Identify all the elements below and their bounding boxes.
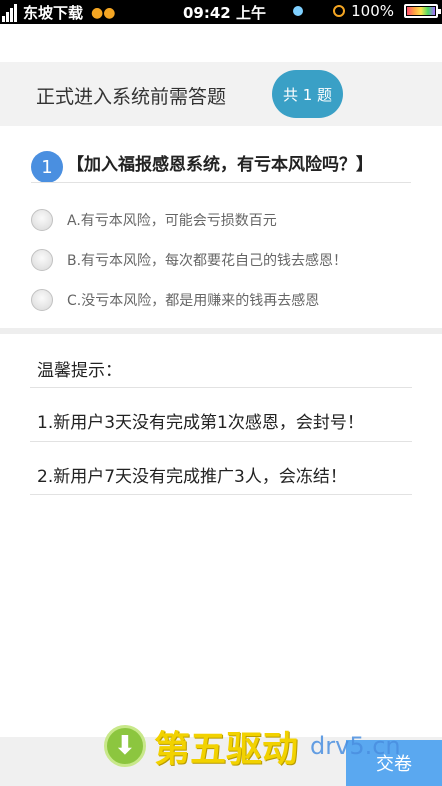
option-c[interactable]: C.没亏本风险，都是用赚来的钱再去感恩 — [31, 285, 319, 315]
question-text: 【加入福报感恩系统，有亏本风险吗？】 — [67, 155, 373, 175]
option-label: B.有亏本风险，每次都要花自己的钱去感恩！ — [67, 253, 348, 269]
page-title: 正式进入系统前需答题 — [36, 86, 227, 108]
tips-divider — [30, 494, 412, 495]
question-section: 1 【加入福报感恩系统，有亏本风险吗？】 A.有亏本风险，可能会亏损数百元 B.… — [0, 126, 442, 330]
option-label: C.没亏本风险，都是用赚来的钱再去感恩 — [67, 293, 320, 309]
tips-divider — [30, 441, 412, 442]
tips-divider — [30, 387, 412, 388]
carrier-name: 东坡下载 — [23, 4, 84, 22]
download-arrow-icon: ⬇ — [104, 725, 146, 767]
tips-title: 温馨提示： — [37, 361, 122, 381]
signal-icon — [2, 3, 17, 22]
option-label: A.有亏本风险，可能会亏损数百元 — [67, 213, 277, 229]
tip-item: 2.新用户7天没有完成推广3人，会冻结！ — [37, 467, 347, 487]
tip-item: 1.新用户3天没有完成第1次感恩，会封号！ — [37, 413, 364, 433]
balloon-icon: ●● — [91, 4, 116, 21]
battery-percent: 100% — [351, 2, 394, 20]
watermark-text: 第五驱动 — [154, 729, 299, 770]
battery-icon — [404, 4, 441, 18]
alarm-icon — [333, 5, 346, 17]
question-divider — [31, 182, 411, 183]
section-separator — [0, 328, 442, 334]
radio-button[interactable] — [31, 209, 53, 231]
radio-button[interactable] — [31, 289, 53, 311]
option-b[interactable]: B.有亏本风险，每次都要花自己的钱去感恩！ — [31, 245, 347, 275]
status-time: 09:42 上午 — [183, 4, 266, 22]
location-pin-icon — [293, 6, 304, 16]
option-a[interactable]: A.有亏本风险，可能会亏损数百元 — [31, 205, 277, 235]
question-number-badge: 1 — [31, 151, 63, 183]
status-right: 100% — [293, 2, 441, 20]
radio-button[interactable] — [31, 249, 53, 271]
status-left: 东坡下载 ●● — [0, 2, 115, 23]
question-count-badge: 共 1 题 — [272, 70, 343, 118]
watermark: ⬇ 第五驱动 drv5.cn — [104, 722, 401, 770]
watermark-url: drv5.cn — [310, 732, 401, 760]
quiz-header: 正式进入系统前需答题 共 1 题 — [0, 62, 442, 126]
top-blank-band — [0, 24, 442, 62]
status-bar: 东坡下载 ●● 09:42 上午 100% — [0, 0, 442, 24]
